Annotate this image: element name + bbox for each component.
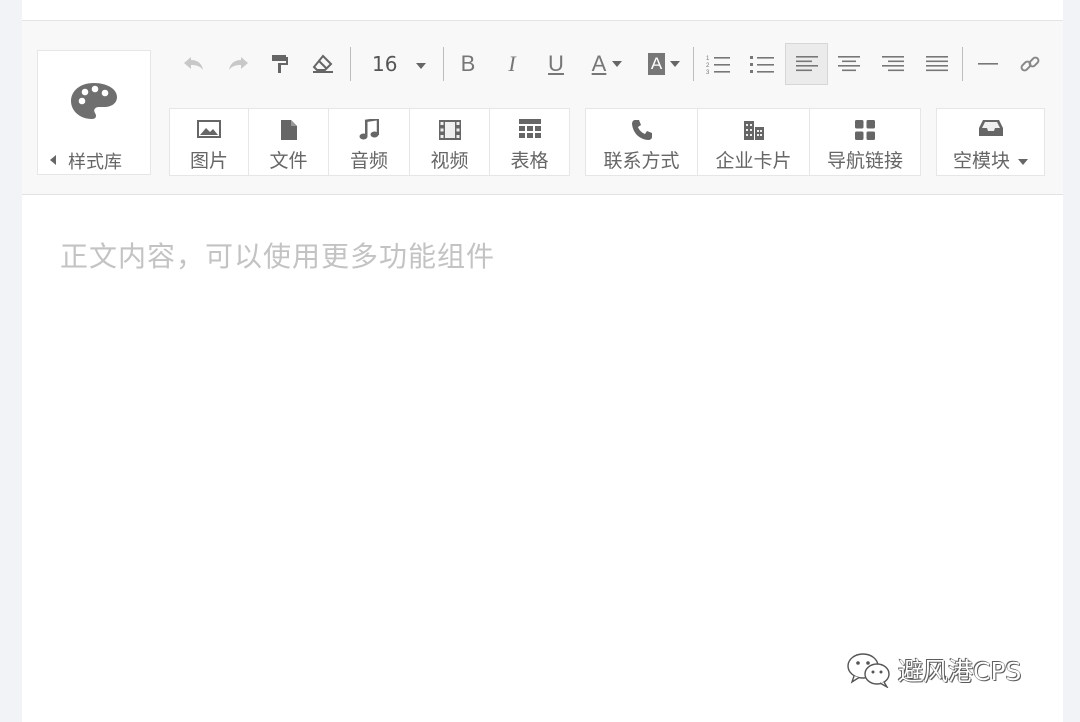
insert-image-button[interactable]: 图片 — [170, 109, 249, 175]
toolbar-separator — [693, 47, 694, 81]
svg-text:3: 3 — [706, 70, 710, 74]
undo-button[interactable] — [178, 43, 210, 85]
insert-audio-label: 音频 — [349, 150, 388, 172]
insert-video-label: 视频 — [430, 150, 469, 172]
svg-text:1: 1 — [706, 56, 710, 62]
insert-nav-links-label: 导航链接 — [826, 150, 903, 172]
align-center-icon — [838, 56, 860, 72]
palette-icon — [71, 83, 117, 119]
image-icon — [197, 120, 221, 138]
watermark-text: 避风港CPS — [898, 657, 1022, 686]
font-color-button[interactable]: A — [586, 43, 628, 85]
underline-label: U — [548, 51, 564, 76]
insert-empty-module-group: 空模块 — [936, 108, 1045, 176]
insert-company-card-label: 企业卡片 — [715, 150, 792, 172]
insert-file-button[interactable]: 文件 — [249, 109, 329, 175]
insert-contact-button[interactable]: 联系方式 — [586, 109, 698, 175]
insert-table-label: 表格 — [510, 150, 549, 172]
insert-nav-links-button[interactable]: 导航链接 — [810, 109, 920, 175]
insert-file-label: 文件 — [269, 150, 308, 172]
insert-empty-module-button[interactable]: 空模块 — [937, 109, 1044, 175]
align-left-button[interactable] — [785, 43, 828, 85]
insert-contact-label: 联系方式 — [603, 150, 680, 172]
bold-label: B — [460, 51, 476, 76]
top-strip — [22, 0, 1063, 21]
background-color-label: A — [647, 53, 666, 75]
chevron-down-icon — [670, 61, 681, 67]
unordered-list-icon — [750, 56, 774, 73]
phone-icon — [631, 120, 652, 140]
italic-label: I — [508, 51, 516, 76]
chevron-down-icon — [1018, 158, 1029, 165]
ordered-list-button[interactable]: 123 — [702, 43, 734, 85]
wechat-icon — [847, 653, 890, 688]
undo-icon — [184, 57, 203, 70]
redo-button[interactable] — [222, 43, 254, 85]
toolbar-separator — [443, 47, 444, 81]
watermark: 避风港CPS — [846, 652, 1021, 688]
insert-table-button[interactable]: 表格 — [490, 109, 569, 175]
style-library-button[interactable]: 样式库 — [37, 50, 151, 175]
italic-button[interactable]: I — [498, 43, 526, 85]
background-color-button[interactable]: A — [642, 43, 686, 85]
insert-audio-button[interactable]: 音频 — [329, 109, 410, 175]
align-center-button[interactable] — [833, 43, 865, 85]
horizontal-rule-icon — [978, 63, 998, 65]
style-library-label: 样式库 — [68, 152, 122, 173]
align-right-icon — [882, 56, 904, 72]
chevron-down-icon — [415, 62, 426, 69]
font-size-value: 16 — [372, 52, 398, 76]
font-size-select[interactable]: 16 — [372, 52, 426, 76]
insert-company-card-button[interactable]: 企业卡片 — [698, 109, 810, 175]
align-right-button[interactable] — [877, 43, 909, 85]
format-painter-button[interactable] — [264, 43, 296, 85]
building-icon — [743, 121, 764, 140]
font-color-label: A — [591, 51, 607, 76]
editor-toolbar: 样式库 16 B I U A A 1 2 3 图片 文件 音频 视频 表格 联系… — [22, 21, 1063, 195]
insert-empty-module-label: 空模块 — [937, 146, 1044, 173]
toolbar-separator — [962, 47, 963, 81]
editor-body-placeholder[interactable]: 正文内容，可以使用更多功能组件 — [60, 235, 495, 275]
align-left-icon — [795, 56, 818, 72]
insert-media-group: 图片 文件 音频 视频 表格 — [169, 108, 570, 176]
film-icon — [438, 120, 461, 140]
clear-format-button[interactable] — [307, 43, 339, 85]
eraser-icon — [312, 54, 333, 73]
table-icon — [518, 119, 541, 138]
music-note-icon — [359, 119, 379, 140]
paint-roller-icon — [272, 55, 288, 73]
insert-business-group: 联系方式 企业卡片 导航链接 — [585, 108, 921, 176]
link-button[interactable] — [1015, 43, 1045, 85]
insert-video-button[interactable]: 视频 — [410, 109, 490, 175]
svg-text:2: 2 — [706, 63, 710, 69]
justify-icon — [926, 56, 948, 72]
bold-button[interactable]: B — [454, 43, 482, 85]
file-icon — [280, 120, 297, 140]
insert-image-label: 图片 — [189, 150, 228, 172]
unordered-list-button[interactable] — [746, 43, 778, 85]
underline-button[interactable]: U — [542, 43, 570, 85]
chevron-down-icon — [612, 61, 623, 67]
horizontal-rule-button[interactable] — [973, 43, 1003, 85]
redo-icon — [229, 57, 248, 70]
editor-panel: 样式库 16 B I U A A 1 2 3 图片 文件 音频 视频 表格 联系… — [22, 0, 1063, 722]
ordered-list-icon: 123 — [706, 56, 730, 74]
grid-icon — [855, 120, 875, 140]
link-icon — [1020, 56, 1040, 72]
inbox-tray-icon — [978, 120, 1003, 136]
justify-button[interactable] — [921, 43, 953, 85]
toolbar-separator — [350, 47, 351, 81]
